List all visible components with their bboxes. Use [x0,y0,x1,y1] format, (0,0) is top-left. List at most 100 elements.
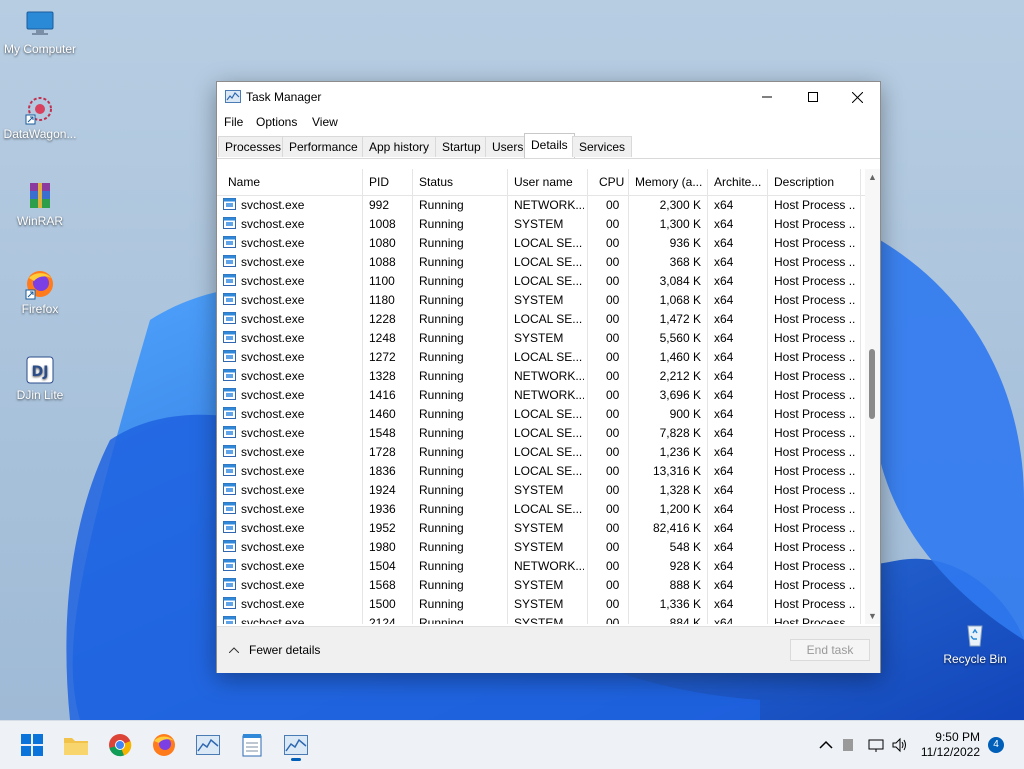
column-header-architecture[interactable]: Archite... [714,175,761,189]
cell-pid: 1416 [369,388,396,402]
table-row[interactable]: svchost.exe 1008 Running SYSTEM 00 1,300 K x64… [217,214,865,233]
cell-status: Running [419,464,464,478]
column-header-pid[interactable]: PID [369,175,389,189]
column-header-user-name[interactable]: User name [514,175,573,189]
cell-pid: 1728 [369,445,396,459]
end-task-button[interactable]: End task [790,639,870,661]
cell-status: Running [419,388,464,402]
process-icon [223,255,236,267]
cell-name: svchost.exe [241,521,305,535]
table-row[interactable]: svchost.exe 1952 Running SYSTEM 00 82,416 K x6… [217,518,865,537]
scroll-down-arrow-icon[interactable]: ▼ [868,611,877,621]
start-button[interactable] [16,729,48,761]
system-clock[interactable]: 9:50 PM 11/12/2022 [921,730,980,760]
scrollbar-thumb[interactable] [869,349,875,419]
tab-app-history[interactable]: App history [362,136,437,157]
column-header-name[interactable]: Name [228,175,260,189]
table-row[interactable]: svchost.exe 1416 Running NETWORK... 00 3,696 … [217,385,865,404]
cell-cpu: 00 [606,502,620,516]
column-header-description[interactable]: Description [774,175,834,189]
table-row[interactable]: svchost.exe 1936 Running LOCAL SE... 00 1,200… [217,499,865,518]
taskbar-file-explorer[interactable] [60,729,92,761]
cell-status: Running [419,578,464,592]
table-row[interactable]: svchost.exe 2124 Running SYSTEM 00 884 K x64 Ho… [217,613,865,624]
title-bar[interactable]: Task Manager [217,82,880,112]
desktop-icon-recycle-bin[interactable]: Recycle Bin [935,618,1015,666]
process-icon [223,502,236,514]
desktop-icon-label: Recycle Bin [943,652,1007,666]
tab-services[interactable]: Services [572,136,633,157]
table-row[interactable]: svchost.exe 1088 Running LOCAL SE... 00 368 K… [217,252,865,271]
cell-cpu: 00 [606,369,620,383]
menu-options[interactable]: Options [256,115,297,129]
cell-description: Host Process ... [774,502,856,516]
cell-pid: 1008 [369,217,396,231]
process-table: ^ Name PID Status User name CPU Memory (… [217,169,865,624]
taskbar-task-manager[interactable] [280,729,312,761]
table-row[interactable]: svchost.exe 1728 Running LOCAL SE... 00 1,236… [217,442,865,461]
table-row[interactable]: svchost.exe 1548 Running LOCAL SE... 00 7,828… [217,423,865,442]
taskbar-firefox[interactable] [148,729,180,761]
desktop-icon-winrar[interactable]: WinRAR [0,180,80,228]
tab-performance[interactable]: Performance [282,136,365,157]
tray-app-icon[interactable] [840,737,856,753]
process-icon [223,331,236,343]
tab-processes[interactable]: Processes [218,136,289,157]
window-title: Task Manager [246,90,322,104]
table-row[interactable]: svchost.exe 1924 Running SYSTEM 00 1,328 K x64… [217,480,865,499]
cell-status: Running [419,217,464,231]
cell-memory: 1,460 K [659,350,701,364]
close-button[interactable] [834,82,880,112]
cell-name: svchost.exe [241,426,305,440]
table-row[interactable]: svchost.exe 992 Running NETWORK... 00 2,300 K… [217,195,865,214]
process-icon [223,274,236,286]
desktop-icon-datawagon[interactable]: DataWagon... [0,93,80,141]
cell-pid: 1460 [369,407,396,421]
desktop-icon-my-computer[interactable]: My Computer [0,8,80,56]
column-header-cpu[interactable]: CPU [599,175,624,189]
cell-description: Host Process ... [774,407,856,421]
desktop-icon-djin-lite[interactable]: DJ DJin Lite [0,354,80,402]
notification-badge[interactable]: 4 [988,737,1004,753]
table-row[interactable]: svchost.exe 1500 Running SYSTEM 00 1,336 K x64… [217,594,865,613]
table-row[interactable]: svchost.exe 1228 Running LOCAL SE... 00 1,472… [217,309,865,328]
tab-details[interactable]: Details [524,133,575,158]
column-header-memory[interactable]: Memory (a... [635,175,702,189]
cell-pid: 1504 [369,559,396,573]
table-row[interactable]: svchost.exe 1248 Running SYSTEM 00 5,560 K x64… [217,328,865,347]
table-row[interactable]: svchost.exe 1100 Running LOCAL SE... 00 3,084… [217,271,865,290]
table-row[interactable]: svchost.exe 1180 Running SYSTEM 00 1,068 K x64… [217,290,865,309]
minimize-button[interactable] [744,82,790,112]
taskbar-chrome[interactable] [104,729,136,761]
chevron-up-icon[interactable] [818,737,834,753]
table-row[interactable]: svchost.exe 1504 Running NETWORK... 00 928 K x… [217,556,865,575]
taskbar-notepad[interactable] [236,729,268,761]
fewer-details-button[interactable]: Fewer details [229,643,320,657]
network-icon[interactable] [868,737,884,753]
table-row[interactable]: svchost.exe 1080 Running LOCAL SE... 00 936 K… [217,233,865,252]
table-row[interactable]: svchost.exe 1980 Running SYSTEM 00 548 K x64 Ho… [217,537,865,556]
scroll-up-arrow-icon[interactable]: ▲ [868,172,877,182]
cell-name: svchost.exe [241,331,305,345]
clock-time: 9:50 PM [935,730,980,744]
volume-icon[interactable] [892,737,908,753]
taskbar-task-manager-alt[interactable] [192,729,224,761]
cell-cpu: 00 [606,445,620,459]
menu-file[interactable]: File [224,115,243,129]
menu-view[interactable]: View [312,115,338,129]
tab-startup[interactable]: Startup [435,136,488,157]
cell-name: svchost.exe [241,255,305,269]
desktop-icon-label: Firefox [21,302,59,316]
column-header-status[interactable]: Status [419,175,453,189]
cell-name: svchost.exe [241,217,305,231]
cell-user-name: SYSTEM [514,483,564,497]
maximize-button[interactable] [790,82,836,112]
table-row[interactable]: svchost.exe 1272 Running LOCAL SE... 00 1,460… [217,347,865,366]
table-row[interactable]: svchost.exe 1460 Running LOCAL SE... 00 900 K… [217,404,865,423]
table-row[interactable]: svchost.exe 1836 Running LOCAL SE... 00 13,31… [217,461,865,480]
table-row[interactable]: svchost.exe 1568 Running SYSTEM 00 888 K x64 Ho… [217,575,865,594]
desktop-icon-firefox[interactable]: Firefox [0,268,80,316]
vertical-scrollbar[interactable]: ▲ ▼ [865,169,880,624]
table-row[interactable]: svchost.exe 1328 Running NETWORK... 00 2,212 … [217,366,865,385]
folder-icon [64,738,88,755]
